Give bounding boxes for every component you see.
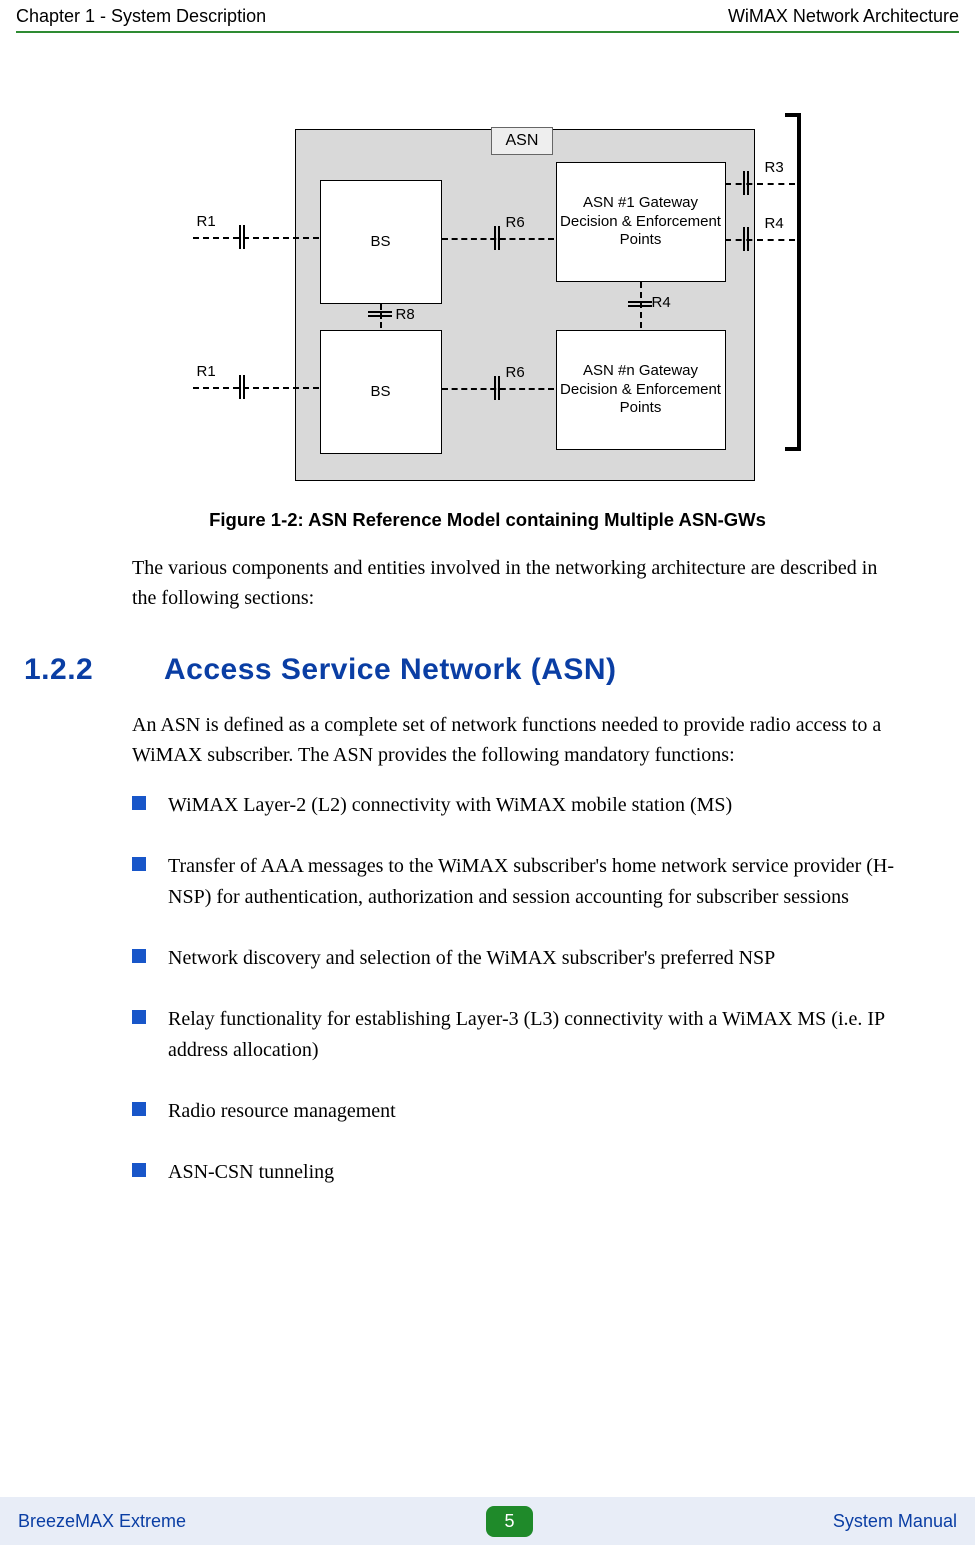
list-item: WiMAX Layer-2 (L2) connectivity with WiM… bbox=[132, 790, 899, 821]
interface-tick-icon bbox=[741, 171, 751, 195]
section-paragraph: An ASN is defined as a complete set of n… bbox=[132, 710, 899, 770]
interface-tick-icon bbox=[492, 226, 502, 250]
interface-tick-icon bbox=[628, 299, 652, 309]
bullet-list: WiMAX Layer-2 (L2) connectivity with WiM… bbox=[132, 790, 899, 1188]
list-item: Radio resource management bbox=[132, 1096, 899, 1127]
page-footer: BreezeMAX Extreme 5 System Manual bbox=[0, 1497, 975, 1545]
interface-tick-icon bbox=[492, 376, 502, 400]
header-rule bbox=[16, 31, 959, 33]
bracket-icon bbox=[785, 113, 801, 451]
footer-left: BreezeMAX Extreme bbox=[18, 1511, 186, 1532]
interface-tick-icon bbox=[237, 225, 247, 249]
page-number-badge: 5 bbox=[486, 1506, 532, 1537]
list-item: Transfer of AAA messages to the WiMAX su… bbox=[132, 851, 899, 913]
header-left: Chapter 1 - System Description bbox=[16, 6, 266, 27]
section-number: 1.2.2 bbox=[24, 647, 116, 692]
section-title: Access Service Network (ASN) bbox=[164, 647, 617, 692]
list-item: Network discovery and selection of the W… bbox=[132, 943, 899, 974]
figure-diagram: ASN BS BS ASN #1 Gateway Decision & Enfo… bbox=[173, 113, 803, 531]
label-r8: R8 bbox=[396, 306, 415, 323]
header-right: WiMAX Network Architecture bbox=[728, 6, 959, 27]
footer-right: System Manual bbox=[833, 1511, 957, 1532]
page-header: Chapter 1 - System Description WiMAX Net… bbox=[0, 0, 975, 27]
label-r1-a: R1 bbox=[197, 213, 216, 230]
section-heading: 1.2.2 Access Service Network (ASN) bbox=[24, 647, 899, 692]
node-gateway-n: ASN #n Gateway Decision & Enforcement Po… bbox=[556, 330, 726, 450]
link-r4-ext bbox=[725, 239, 795, 241]
asn-container: ASN BS BS ASN #1 Gateway Decision & Enfo… bbox=[295, 129, 755, 481]
list-item: Relay functionality for establishing Lay… bbox=[132, 1004, 899, 1066]
label-r1-b: R1 bbox=[197, 363, 216, 380]
link-r1-b bbox=[193, 387, 319, 389]
node-bs-1: BS bbox=[320, 180, 442, 304]
node-gateway-1: ASN #1 Gateway Decision & Enforcement Po… bbox=[556, 162, 726, 282]
link-r1-a bbox=[193, 237, 319, 239]
interface-tick-icon bbox=[741, 227, 751, 251]
label-r4-ext: R4 bbox=[765, 215, 784, 232]
label-r6-b: R6 bbox=[506, 364, 525, 381]
interface-tick-icon bbox=[368, 309, 392, 319]
asn-container-label: ASN bbox=[491, 127, 554, 155]
node-bs-2: BS bbox=[320, 330, 442, 454]
label-r3: R3 bbox=[765, 159, 784, 176]
label-r4: R4 bbox=[652, 294, 671, 311]
link-r3 bbox=[725, 183, 795, 185]
label-r6-a: R6 bbox=[506, 214, 525, 231]
list-item: ASN-CSN tunneling bbox=[132, 1157, 899, 1188]
intro-paragraph: The various components and entities invo… bbox=[132, 553, 899, 613]
figure-caption: Figure 1-2: ASN Reference Model containi… bbox=[173, 509, 803, 531]
interface-tick-icon bbox=[237, 375, 247, 399]
